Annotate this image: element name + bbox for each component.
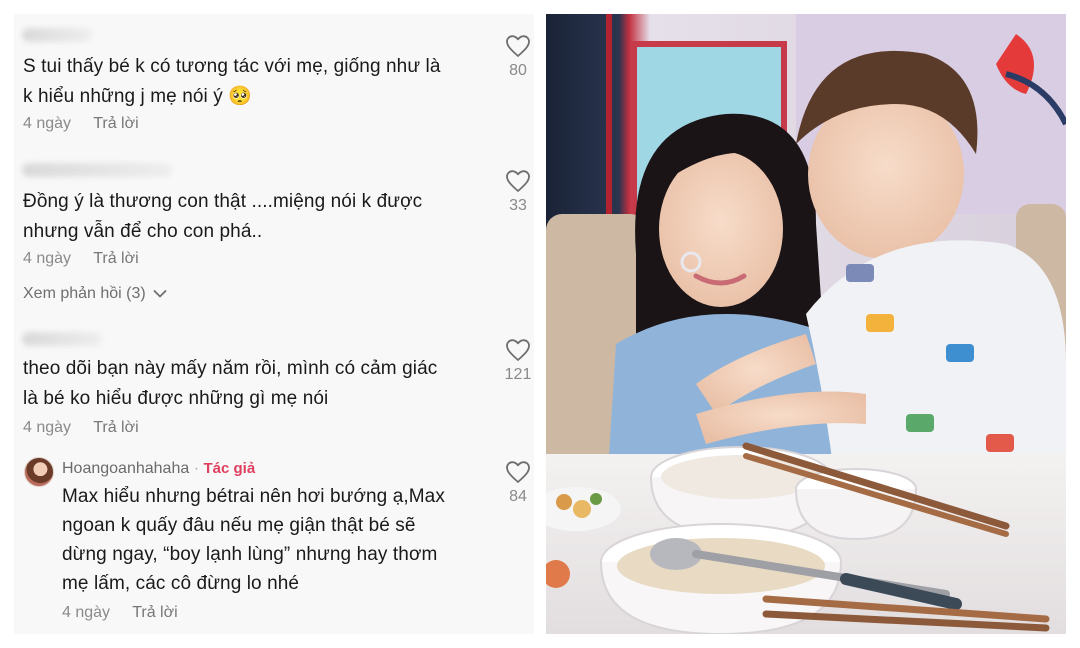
heart-outline-icon	[506, 35, 530, 57]
chevron-down-icon	[153, 289, 167, 298]
like-button[interactable]: 33	[502, 169, 534, 215]
reply-link[interactable]: Trả lời	[93, 250, 138, 267]
comments-panel: S tui thấy bé k có tương tác với mẹ, giố…	[14, 14, 534, 634]
comment-meta: 4 ngày Trả lời	[23, 250, 157, 268]
view-replies-label: Xem phản hồi (3)	[23, 285, 146, 302]
comment-text: S tui thấy bé k có tương tác với mẹ, giố…	[23, 56, 441, 107]
heart-outline-icon	[506, 339, 530, 361]
blurred-username	[22, 28, 92, 42]
heart-outline-icon	[506, 170, 530, 192]
reply-author: Hoangoanhahaha · Tác giả	[62, 460, 255, 478]
comment-meta: 4 ngày Trả lời	[23, 115, 157, 133]
reply-text: Max hiểu nhưng bétrai nên hơi bướng ạ,Ma…	[62, 486, 445, 594]
reply-link[interactable]: Trả lời	[93, 419, 138, 436]
like-button[interactable]: 121	[502, 338, 534, 384]
reply-link[interactable]: Trả lời	[132, 604, 177, 621]
separator: ·	[193, 460, 200, 477]
author-username[interactable]: Hoangoanhahaha	[62, 460, 189, 477]
blurred-username	[22, 332, 102, 346]
like-count: 84	[509, 488, 527, 505]
photo-illustration	[546, 14, 1066, 634]
heart-outline-icon	[506, 461, 530, 483]
like-count: 80	[509, 62, 527, 79]
reply-meta: 4 ngày Trả lời	[62, 604, 196, 622]
comment-text: theo dõi bạn này mấy năm rồi, mình có cả…	[23, 358, 438, 409]
comment-text: Đồng ý là thương con thật ....miệng nói …	[23, 191, 423, 242]
author-badge: Tác giả	[203, 460, 256, 477]
comment-date: 4 ngày	[23, 115, 72, 132]
view-replies-link[interactable]: Xem phản hồi (3)	[23, 285, 167, 303]
like-button[interactable]: 84	[502, 460, 534, 506]
reply-date: 4 ngày	[62, 604, 111, 621]
reply-link[interactable]: Trả lời	[93, 115, 138, 132]
like-count: 33	[509, 197, 527, 214]
blurred-username	[22, 163, 172, 177]
avatar[interactable]	[24, 457, 54, 487]
comment-date: 4 ngày	[23, 250, 72, 267]
comment-date: 4 ngày	[23, 419, 72, 436]
video-still-photo	[546, 14, 1066, 634]
comment-meta: 4 ngày Trả lời	[23, 419, 157, 437]
like-count: 121	[504, 366, 532, 383]
like-button[interactable]: 80	[502, 34, 534, 80]
